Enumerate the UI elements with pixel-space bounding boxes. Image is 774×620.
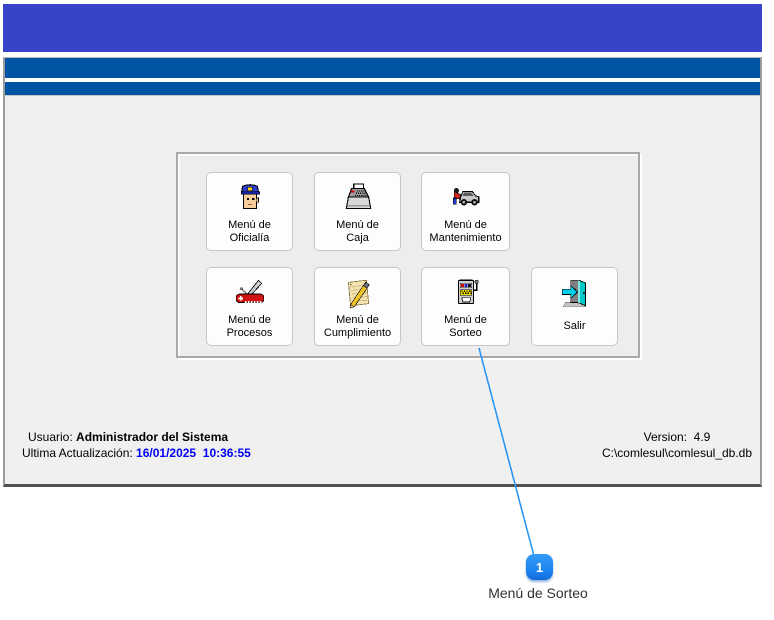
version-line: Version: 4.9 — [592, 429, 762, 445]
usuario-label: Usuario: — [28, 430, 76, 444]
menu-button-label: Menú de Sorteo — [444, 311, 487, 345]
label-line2: Procesos — [227, 327, 273, 340]
toolbar-band-top — [5, 58, 760, 78]
label-line2: Mantenimiento — [429, 232, 501, 245]
label-line2: Caja — [336, 232, 379, 245]
label-line1: Menú de — [227, 314, 273, 327]
swiss-knife-icon — [233, 274, 267, 311]
menu-button-label: Menú de Procesos — [227, 311, 273, 345]
toolbar-band-bottom — [5, 82, 760, 96]
menu-button-caja[interactable]: Menú de Caja — [314, 172, 401, 251]
title-bar — [3, 4, 762, 52]
footer-version-block: Version: 4.9 C:\comlesul\comlesul_db.db — [592, 429, 762, 461]
label-line1: Menú de — [444, 314, 487, 327]
menu-button-sorteo[interactable]: Menú de Sorteo — [421, 267, 510, 346]
actualizacion-value: 16/01/2025 10:36:55 — [136, 446, 251, 460]
callout-badge: 1 — [526, 554, 553, 580]
car-repair-icon — [449, 179, 483, 216]
label-line2: Cumplimiento — [324, 327, 391, 340]
menu-button-label: Menú de Oficialía — [228, 216, 271, 250]
usuario-value: Administrador del Sistema — [76, 430, 228, 444]
label-line1: Menú de — [324, 314, 391, 327]
actualizacion-label: Ultima Actualización: — [22, 446, 136, 460]
db-path-line: C:\comlesul\comlesul_db.db — [592, 445, 762, 461]
menu-button-label: Menú de Caja — [336, 216, 379, 250]
footer-actualizacion-line: Ultima Actualización: 16/01/2025 10:36:5… — [22, 445, 251, 461]
exit-door-icon — [558, 274, 592, 311]
footer-status: Usuario: Administrador del Sistema Ultim… — [22, 429, 251, 461]
menu-button-oficialia[interactable]: Menú de Oficialía — [206, 172, 293, 251]
footer-usuario-line: Usuario: Administrador del Sistema — [28, 429, 251, 445]
menu-button-cumplimiento[interactable]: Menú de Cumplimiento — [314, 267, 401, 346]
label-line1: Menú de — [429, 219, 501, 232]
menu-button-mantenimiento[interactable]: Menú de Mantenimiento — [421, 172, 510, 251]
label-line2: Sorteo — [444, 327, 487, 340]
notepad-pencil-icon — [341, 274, 375, 311]
label-line1: Salir — [563, 320, 585, 333]
slot-machine-icon — [449, 274, 483, 311]
menu-button-label: Salir — [563, 311, 585, 345]
cash-register-icon — [341, 179, 375, 216]
callout-number: 1 — [536, 560, 543, 575]
police-officer-icon — [233, 179, 267, 216]
menu-button-salir[interactable]: Salir — [531, 267, 618, 346]
menu-button-label: Menú de Cumplimiento — [324, 311, 391, 345]
menu-button-procesos[interactable]: Menú de Procesos — [206, 267, 293, 346]
label-line2: Oficialía — [228, 232, 271, 245]
label-line1: Menú de — [336, 219, 379, 232]
menu-button-label: Menú de Mantenimiento — [429, 216, 501, 250]
label-line1: Menú de — [228, 219, 271, 232]
callout-label: Menú de Sorteo — [448, 585, 628, 601]
